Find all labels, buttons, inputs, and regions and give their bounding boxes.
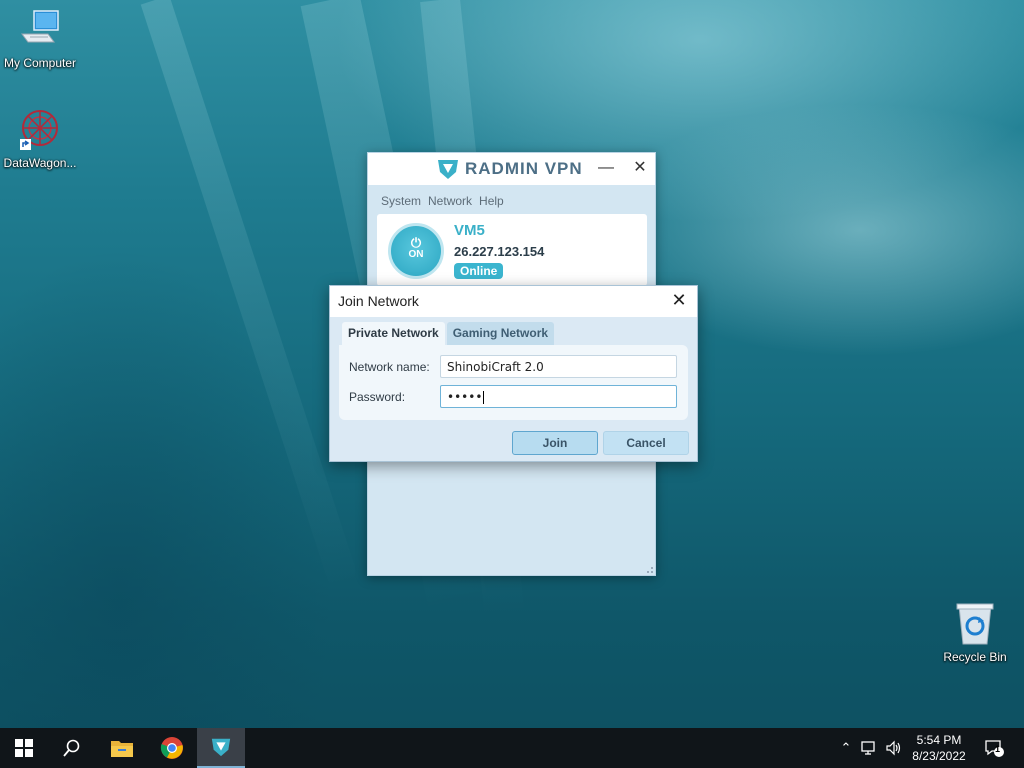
resize-grip[interactable] [647, 567, 653, 573]
power-toggle-button[interactable]: ⏻ ON [388, 223, 444, 279]
status-badge: Online [454, 263, 504, 279]
computer-status-card: ⏻ ON VM5 26.227.123.154 Online [377, 214, 647, 286]
desktop-icon-recycle-bin[interactable]: Recycle Bin [935, 602, 1015, 664]
recycle-bin-icon [953, 602, 997, 646]
power-icon: ⏻ [410, 235, 422, 250]
taskbar: ⌃ 5:54 PM 8/23/2022 1 [0, 728, 1024, 768]
radmin-menu-bar: System Network Help [368, 185, 655, 213]
notification-count: 1 [995, 744, 1001, 754]
show-hidden-icons-chevron-up-icon[interactable]: ⌃ [837, 728, 855, 768]
cancel-button[interactable]: Cancel [603, 431, 689, 455]
password-label: Password: [349, 390, 406, 404]
password-value: ••••• [447, 390, 483, 404]
computer-name: VM5 [454, 222, 485, 239]
system-clock[interactable]: 5:54 PM 8/23/2022 [904, 732, 974, 764]
clock-time: 5:54 PM [916, 733, 962, 747]
menu-help[interactable]: Help [479, 194, 504, 213]
radmin-title-bar[interactable]: RADMIN VPN — ✕ [368, 153, 655, 185]
volume-icon[interactable] [883, 728, 905, 768]
windows-start-icon[interactable] [0, 728, 48, 768]
dialog-title: Join Network [338, 293, 419, 309]
desktop-icon-datawagon[interactable]: DataWagon... [0, 108, 80, 170]
radmin-logo: RADMIN VPN [436, 158, 583, 180]
private-network-panel: Network name: ShinobiCraft 2.0 Password:… [339, 345, 688, 420]
desktop-icon-label: Recycle Bin [943, 650, 1007, 664]
ip-address: 26.227.123.154 [454, 244, 545, 259]
desktop-icon-my-computer[interactable]: My Computer [0, 8, 80, 70]
file-explorer-icon[interactable] [98, 728, 146, 768]
minimize-button[interactable]: — [594, 157, 618, 181]
radmin-shield-icon [438, 160, 458, 179]
tab-private-network[interactable]: Private Network [342, 322, 445, 346]
network-name-input[interactable]: ShinobiCraft 2.0 [440, 355, 677, 378]
network-icon[interactable] [859, 728, 881, 768]
network-name-label: Network name: [349, 360, 430, 374]
clock-date: 8/23/2022 [912, 749, 966, 763]
network-type-tabs: Private Network Gaming Network [342, 322, 555, 346]
menu-system[interactable]: System [381, 194, 421, 213]
radmin-brand: RADMIN VPN [465, 159, 583, 178]
close-button[interactable]: ✕ [628, 157, 652, 181]
menu-network[interactable]: Network [428, 194, 472, 213]
search-icon[interactable] [48, 728, 96, 768]
chrome-icon[interactable] [148, 728, 196, 768]
tab-gaming-network[interactable]: Gaming Network [446, 322, 555, 346]
monitor-icon [18, 8, 62, 52]
text-cursor [483, 391, 485, 404]
dialog-close-button[interactable]: ✕ [667, 289, 691, 313]
datawagon-shortcut-icon [18, 108, 62, 152]
desktop-icon-label: DataWagon... [3, 156, 77, 170]
action-center-icon[interactable]: 1 [980, 728, 1008, 768]
desktop-icon-label: My Computer [3, 56, 77, 70]
dialog-title-bar[interactable]: Join Network ✕ [330, 286, 697, 317]
join-button[interactable]: Join [512, 431, 598, 455]
radmin-vpn-icon[interactable] [197, 728, 245, 768]
power-label: ON [408, 249, 424, 260]
join-network-dialog[interactable]: Join Network ✕ Private Network Gaming Ne… [329, 285, 698, 462]
password-input[interactable]: ••••• [440, 385, 677, 408]
